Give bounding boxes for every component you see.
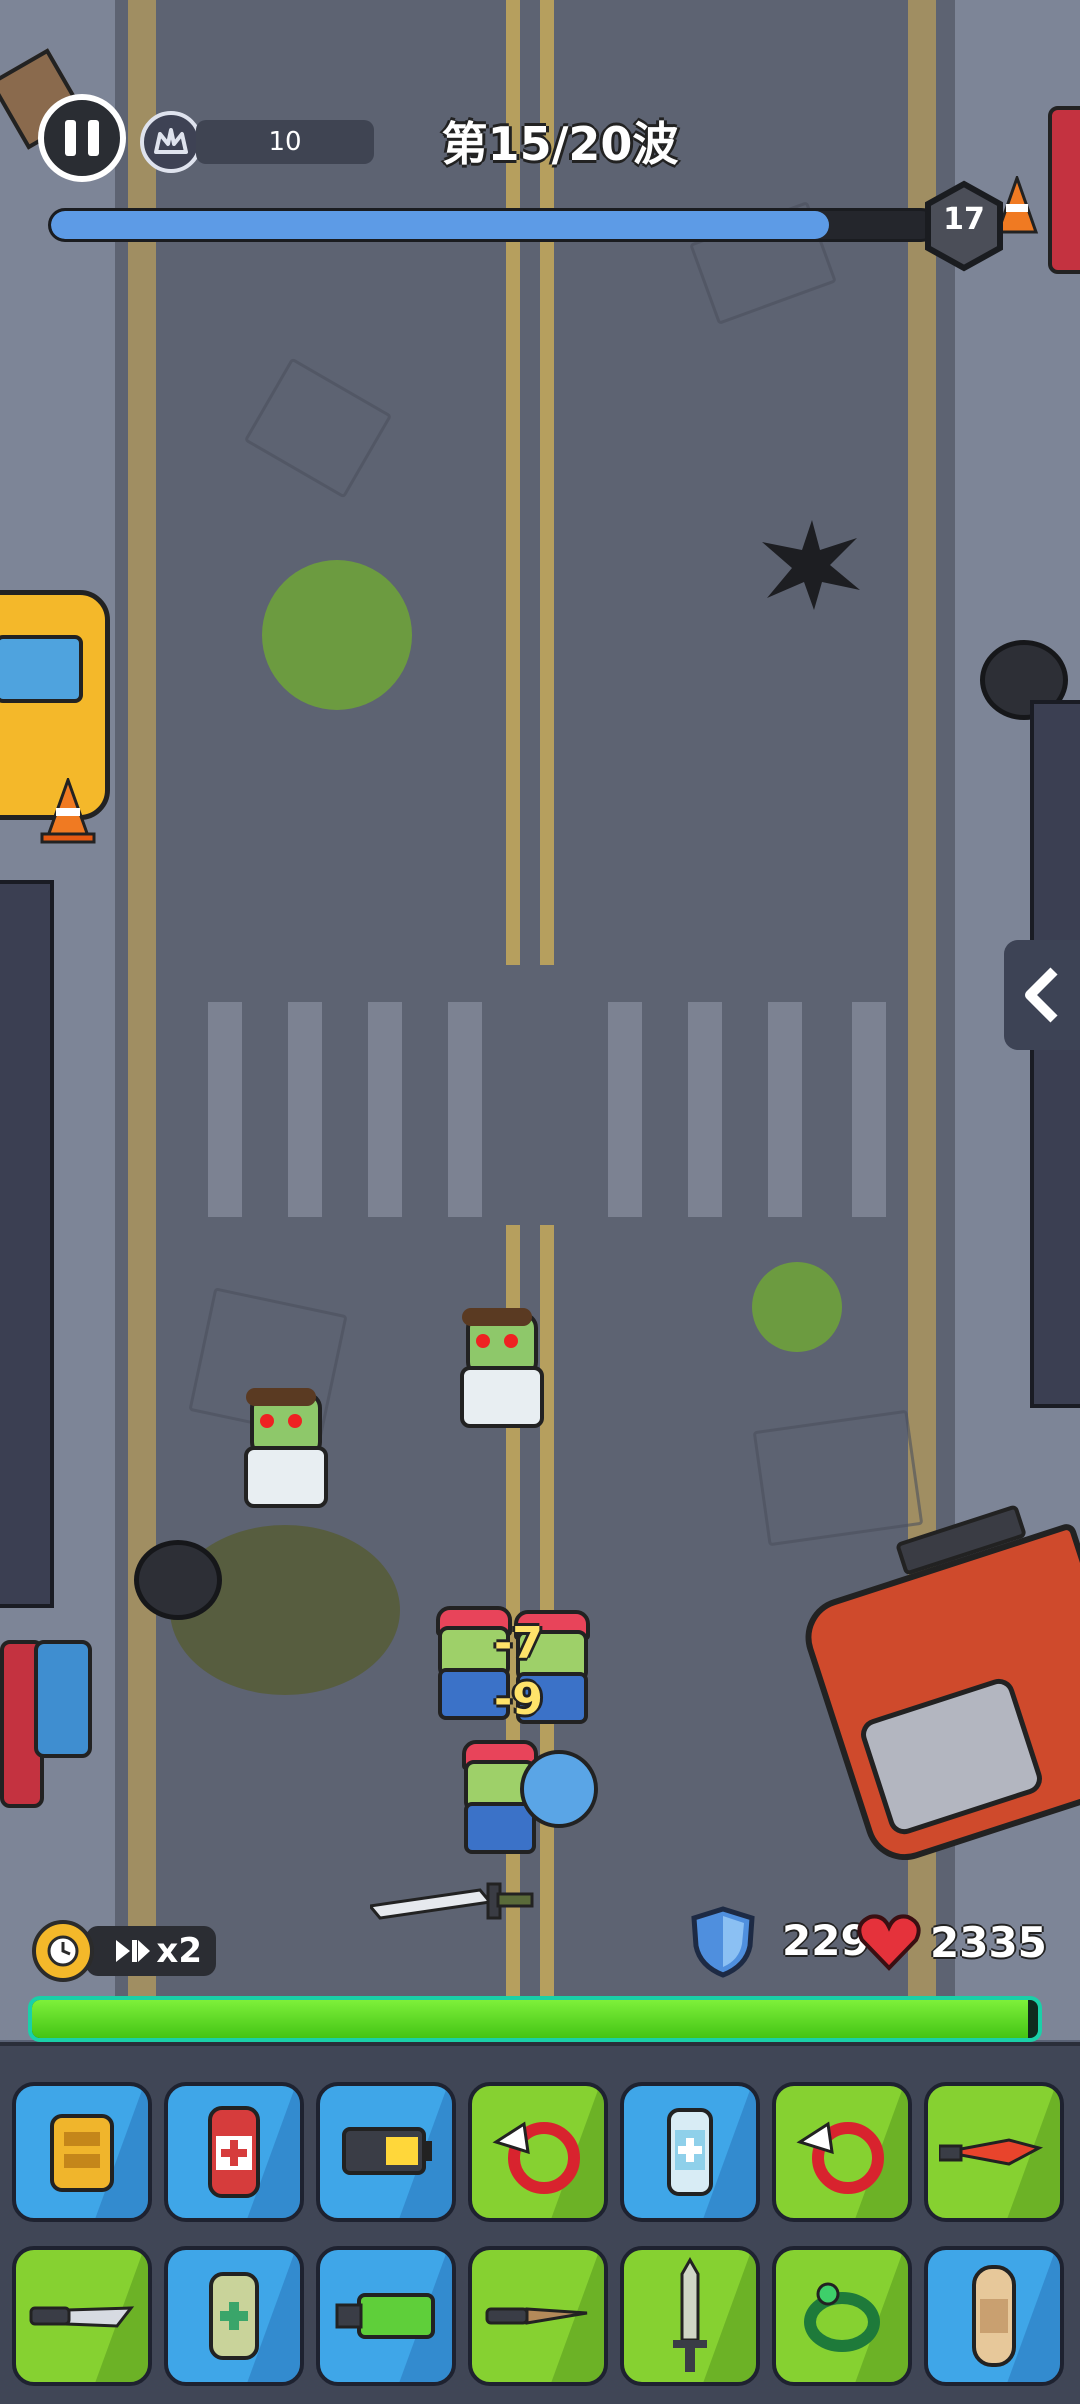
crosswalk-stripe [688,1002,722,1217]
crosswalk-stripe [852,1002,886,1217]
crosswalk-stripe [608,1002,642,1217]
medicine-vial-icon [667,2108,713,2196]
slime-splat [752,1262,842,1352]
speed-label: x2 [156,1931,202,1971]
left-curb [128,0,156,2040]
slime-splat [262,560,412,710]
combat-knife-icon [29,2306,135,2328]
inventory-slot[interactable] [468,2246,608,2386]
zombie-doctor [236,1388,328,1508]
energy-cell-icon [335,2293,435,2339]
pause-button[interactable] [38,94,126,182]
green-ring-icon [804,2282,880,2352]
hp-value: 2335 [930,1918,1047,1967]
crown-icon [140,111,202,173]
crosswalk-stripe [368,1002,402,1217]
damage-number: -9 [494,1674,543,1725]
inventory-slot[interactable] [620,2246,760,2386]
bandage-patch-icon [972,2265,1016,2367]
barrel [34,1640,92,1758]
bullet-hole-icon [762,520,860,610]
winged-ring-icon [796,2121,884,2194]
wave-badge-number: 17 [943,202,985,237]
flame-knife-icon [939,2138,1044,2166]
road-crack [752,1409,924,1547]
inventory-slot[interactable] [12,2246,152,2386]
inventory-slot[interactable] [620,2082,760,2222]
clock-icon [32,1920,94,1982]
wave-progress-fill [51,211,829,239]
shield-icon [691,1906,755,1978]
inventory-panel [0,2042,1080,2404]
damage-number: -7 [494,1618,543,1669]
building-edge [0,880,54,1608]
zombie-doctor [452,1308,544,1428]
barrel [1048,106,1080,274]
inventory-slot[interactable] [924,2246,1064,2386]
hp-bar-fill [32,2000,1028,2038]
inventory-slot[interactable] [164,2246,304,2386]
inventory-slot[interactable] [772,2246,912,2386]
armor-vest-icon [50,2114,114,2192]
dagger-icon [485,2307,588,2325]
crosswalk-stripe [288,1002,322,1217]
inventory-slot[interactable] [924,2082,1064,2222]
inventory-slot[interactable] [316,2246,456,2386]
crosswalk-stripe [448,1002,482,1217]
score-counter: 10 [196,120,374,164]
bandage-roll-icon [209,2272,259,2360]
speed-toggle-button[interactable]: x2 [86,1926,216,1976]
inventory-slot[interactable] [772,2082,912,2222]
inventory-slot[interactable] [164,2082,304,2222]
tire-icon [134,1540,222,1620]
building-edge [1030,700,1080,1408]
hp-bar [28,1996,1042,2042]
wave-label: 第15/20波 [441,117,679,171]
traffic-cone-icon [40,778,96,844]
inventory-slot[interactable] [12,2082,152,2222]
crosswalk-stripe [208,1002,242,1217]
inventory-slot[interactable] [316,2082,456,2222]
winged-ring-icon [492,2121,580,2194]
wave-progress-bar [48,208,938,242]
sword-icon [673,2256,707,2372]
medkit-canister-icon [208,2106,260,2198]
inventory-slot[interactable] [468,2082,608,2222]
sword-weapon-icon [370,1882,534,1920]
game-field: -7 -9 [0,0,1080,2040]
crosswalk-stripe [768,1002,802,1217]
heart-icon [857,1914,921,1971]
player-character [520,1750,598,1828]
chevron-left-icon [1025,967,1058,1023]
fast-forward-icon [116,1940,151,1962]
battery-icon [342,2127,432,2175]
side-panel-toggle-button[interactable] [1004,940,1080,1050]
